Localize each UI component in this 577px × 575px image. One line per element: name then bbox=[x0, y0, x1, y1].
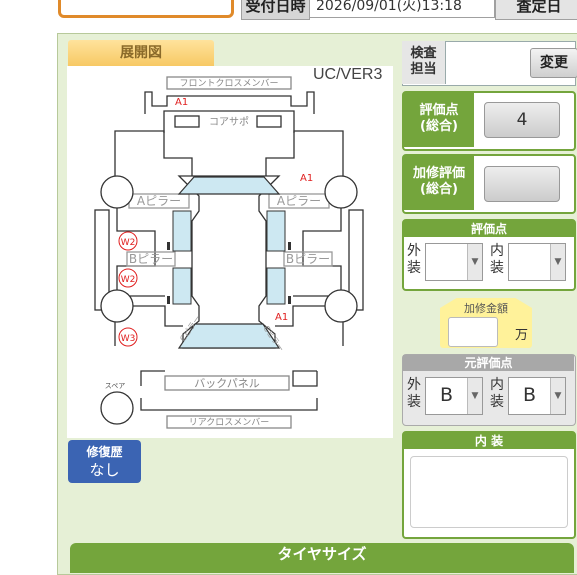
original-exterior-label: 外装 bbox=[407, 377, 421, 410]
left-front-door-glass[interactable] bbox=[172, 210, 192, 252]
left-a-pillar-label: Aピラー bbox=[137, 194, 181, 208]
score-title: 評価点 bbox=[404, 221, 574, 237]
spare-tire[interactable] bbox=[100, 391, 134, 425]
right-front-wheel[interactable] bbox=[324, 175, 358, 209]
dropdown-arrow-icon: ▼ bbox=[467, 244, 482, 280]
original-exterior-value: B bbox=[440, 384, 454, 406]
repair-amount-unit: 万 bbox=[515, 328, 529, 343]
vehicle-development-diagram[interactable]: フロントクロスメンバー コアサポ Aピラー Aピラー Bピラー Bピラー Cピラ… bbox=[67, 66, 393, 438]
repair-history-value: なし bbox=[89, 461, 120, 479]
inspector-label: 検査 担当 bbox=[402, 41, 446, 84]
left-b-pillar-label: Bピラー bbox=[129, 252, 173, 266]
damage-mark-a1-right-fender[interactable]: A1 bbox=[300, 173, 313, 184]
score-exterior-label: 外装 bbox=[407, 243, 421, 276]
back-panel-label: バックパネル bbox=[194, 377, 259, 390]
repair-amount-title: 加修金額 bbox=[464, 302, 508, 315]
spare-label: スペア bbox=[105, 382, 126, 390]
right-rear-wheel[interactable] bbox=[324, 289, 358, 323]
front-cross-member-label: フロントクロスメンバー bbox=[179, 78, 278, 89]
right-front-fender[interactable] bbox=[265, 130, 344, 176]
dropdown-arrow-icon: ▼ bbox=[550, 378, 565, 414]
windshield-glass[interactable] bbox=[177, 176, 281, 195]
right-side-panel[interactable] bbox=[293, 201, 342, 297]
assessment-date-button[interactable]: 査定日 bbox=[495, 0, 577, 20]
core-support-label: コアサポ bbox=[209, 116, 249, 128]
original-interior-select[interactable]: B ▼ bbox=[508, 377, 566, 415]
score-exterior-select[interactable]: ▼ bbox=[425, 243, 483, 281]
damage-mark-w2-lower[interactable]: W2 bbox=[121, 275, 136, 285]
left-front-fender[interactable] bbox=[114, 130, 193, 176]
score-interior-select[interactable]: ▼ bbox=[508, 243, 566, 281]
diagram-tab[interactable]: 展開図 bbox=[68, 40, 214, 66]
damage-mark-a1-front[interactable]: A1 bbox=[175, 97, 188, 108]
original-exterior-select[interactable]: B ▼ bbox=[425, 377, 483, 415]
core-support-right-slot bbox=[256, 115, 282, 128]
right-door-handle-rear bbox=[288, 296, 291, 304]
left-front-wheel[interactable] bbox=[100, 175, 134, 209]
overall-score-label: 評価点 (総合) bbox=[404, 93, 474, 147]
left-rear-door-glass[interactable] bbox=[172, 267, 192, 305]
repair-eval-label-line2: (総合) bbox=[420, 182, 458, 197]
damage-mark-w2-upper[interactable]: W2 bbox=[121, 238, 136, 248]
change-inspector-button[interactable]: 変更 bbox=[530, 48, 577, 78]
original-interior-value: B bbox=[523, 384, 537, 406]
right-front-door-glass[interactable] bbox=[266, 210, 286, 252]
damage-mark-w3[interactable]: W3 bbox=[121, 334, 136, 344]
original-score-title: 元評価点 bbox=[403, 355, 574, 371]
right-b-pillar-label: Bピラー bbox=[286, 252, 330, 266]
overall-score-label-line1: 評価点 bbox=[419, 103, 459, 118]
interior-notes-textarea[interactable] bbox=[410, 456, 568, 528]
top-field-box[interactable] bbox=[58, 0, 234, 18]
right-door-handle-front bbox=[288, 242, 291, 250]
overall-score-button[interactable]: 4 bbox=[484, 102, 560, 138]
left-rear-wheel[interactable] bbox=[100, 289, 134, 323]
reception-date-value: 2026/09/01(火)13:18 bbox=[309, 0, 495, 18]
dropdown-arrow-icon: ▼ bbox=[550, 244, 565, 280]
left-door-handle-front bbox=[167, 242, 170, 250]
core-support-left-slot bbox=[174, 115, 200, 128]
score-interior-label: 内装 bbox=[490, 243, 504, 276]
rear-bumper-outline bbox=[140, 398, 318, 411]
diagram-version-label: UC/VER3 bbox=[313, 66, 383, 83]
repair-eval-label-line1: 加修評価 bbox=[412, 166, 465, 181]
repair-history-button[interactable]: 修復歴 なし bbox=[68, 440, 141, 483]
repair-eval-button[interactable] bbox=[484, 166, 560, 202]
left-door-handle-rear bbox=[167, 296, 170, 304]
right-rear-door-glass[interactable] bbox=[266, 267, 286, 305]
rear-cross-member-label: リアクロスメンバー bbox=[189, 417, 270, 428]
repair-amount-input[interactable] bbox=[448, 317, 498, 347]
repair-eval-label: 加修評価 (総合) bbox=[404, 156, 474, 210]
tire-size-section[interactable]: タイヤサイズ bbox=[70, 543, 574, 573]
inspector-label-line1: 検査 bbox=[410, 46, 437, 61]
reception-date-label: 受付日時 bbox=[241, 0, 310, 20]
overall-score-label-line2: (総合) bbox=[420, 119, 458, 134]
dropdown-arrow-icon: ▼ bbox=[467, 378, 482, 414]
interior-notes-title: 内 装 bbox=[404, 433, 574, 449]
original-interior-label: 内装 bbox=[490, 377, 504, 410]
repair-history-label: 修復歴 bbox=[86, 445, 123, 459]
damage-mark-a1-right-rear[interactable]: A1 bbox=[275, 312, 288, 323]
inspector-label-line2: 担当 bbox=[410, 62, 437, 77]
right-a-pillar-label: Aピラー bbox=[277, 194, 321, 208]
